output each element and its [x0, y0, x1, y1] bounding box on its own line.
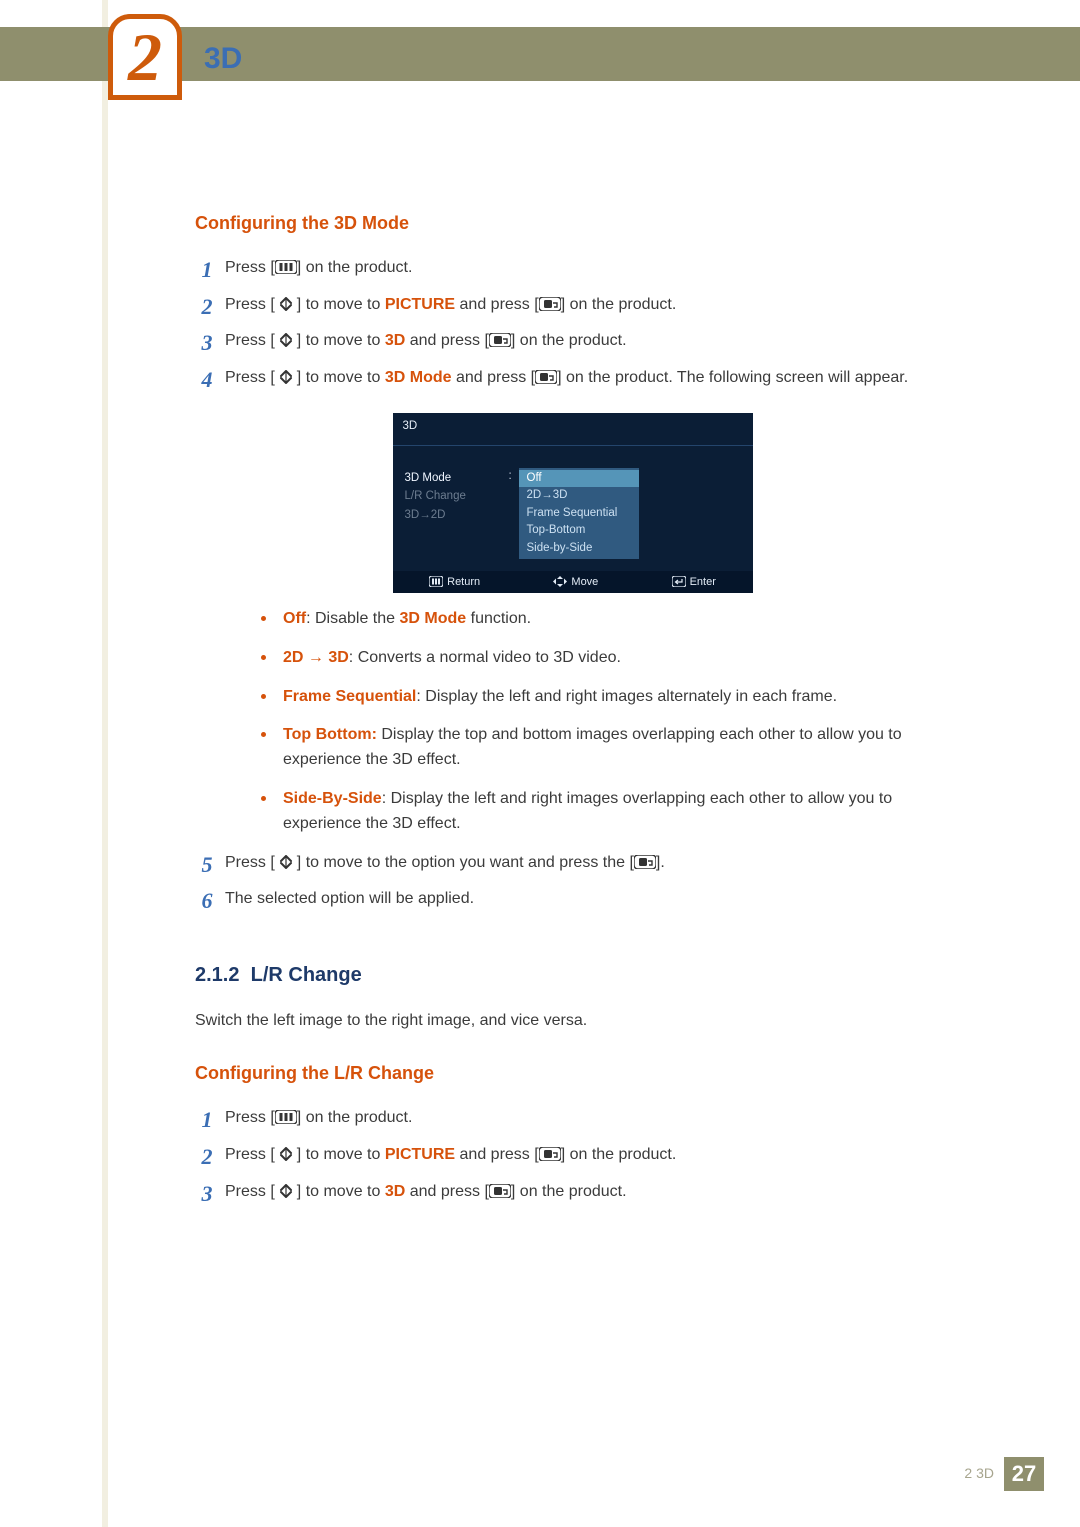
enter-icon: [539, 295, 561, 320]
enter-icon: [634, 853, 656, 878]
step-2: 2 Press [] to move to PICTURE and press …: [195, 293, 920, 320]
osd-option-2d-to-3d: 2D→3D: [519, 487, 639, 505]
step-5: 5 Press [] to move to the option you wan…: [195, 851, 920, 878]
osd-3d-menu: 3D 3D Mode L/R Change 3D→2D : Off 2D→3D …: [393, 413, 753, 593]
menu-icon: [275, 1108, 297, 1133]
page-footer: 2 3D 27: [964, 1457, 1044, 1491]
step-1: 1 Press [] on the product.: [195, 1106, 920, 1133]
bullet-off: Off: Disable the 3D Mode function.: [255, 607, 920, 632]
enter-icon: [539, 1145, 561, 1170]
step-4: 4 Press [] to move to 3D Mode and press …: [195, 366, 920, 836]
chapter-number-tab: 2: [108, 14, 182, 100]
step-6: 6 The selected option will be applied.: [195, 887, 920, 912]
updown-icon: [275, 295, 297, 320]
bullet-side-by-side: Side-By-Side: Display the left and right…: [255, 787, 920, 837]
osd-option-off: Off: [519, 470, 639, 488]
step-3: 3 Press [] to move to 3D and press [] on…: [195, 329, 920, 356]
chapter-number: 2: [128, 23, 162, 91]
updown-icon: [275, 853, 297, 878]
steps-configuring-3d-mode: 1 Press [] on the product. 2 Press [] to…: [195, 256, 920, 912]
mode-descriptions: Off: Disable the 3D Mode function. 2D → …: [255, 607, 920, 837]
bullet-top-bottom: Top Bottom: Display the top and bottom i…: [255, 723, 920, 773]
lr-intro: Switch the left image to the right image…: [195, 1009, 920, 1034]
updown-icon: [275, 331, 297, 356]
page-body: Configuring the 3D Mode 1 Press [] on th…: [195, 204, 920, 1216]
updown-icon: [275, 1145, 297, 1170]
osd-label-lr-change: L/R Change: [405, 489, 466, 505]
updown-icon: [275, 368, 297, 393]
step-1: 1 Press [] on the product.: [195, 256, 920, 283]
sidebar-decor: [0, 0, 108, 1527]
updown-icon: [275, 1182, 297, 1207]
osd-label-3d-mode: 3D Mode: [405, 471, 466, 487]
step-2: 2 Press [] to move to PICTURE and press …: [195, 1143, 920, 1170]
enter-icon: [489, 1182, 511, 1207]
bullet-frame-sequential: Frame Sequential: Display the left and r…: [255, 685, 920, 710]
steps-configuring-lr-change: 1 Press [] on the product. 2 Press [] to…: [195, 1106, 920, 1206]
osd-option-side-by-side: Side-by-Side: [519, 540, 639, 558]
page-number: 27: [1004, 1457, 1044, 1491]
enter-icon: [535, 368, 557, 393]
osd-option-top-bottom: Top-Bottom: [519, 522, 639, 540]
menu-icon: [275, 258, 297, 283]
osd-title: 3D: [393, 413, 753, 446]
osd-label-3d-to-2d: 3D→2D: [405, 508, 466, 524]
enter-icon: [489, 331, 511, 356]
heading-configuring-3d-mode: Configuring the 3D Mode: [195, 210, 920, 238]
chapter-title: 3D: [204, 36, 242, 83]
step-3: 3 Press [] to move to 3D and press [] on…: [195, 1180, 920, 1207]
bullet-2d-to-3d: 2D → 3D: Converts a normal video to 3D v…: [255, 646, 920, 671]
osd-footer: Return Move Enter: [393, 571, 753, 593]
heading-configuring-lr-change: Configuring the L/R Change: [195, 1060, 920, 1088]
footer-crumb: 2 3D: [964, 1463, 994, 1485]
osd-option-frame-sequential: Frame Sequential: [519, 505, 639, 523]
heading-lr-change: 2.1.2 L/R Change: [195, 960, 920, 991]
osd-options-list: Off 2D→3D Frame Sequential Top-Bottom Si…: [519, 468, 639, 560]
